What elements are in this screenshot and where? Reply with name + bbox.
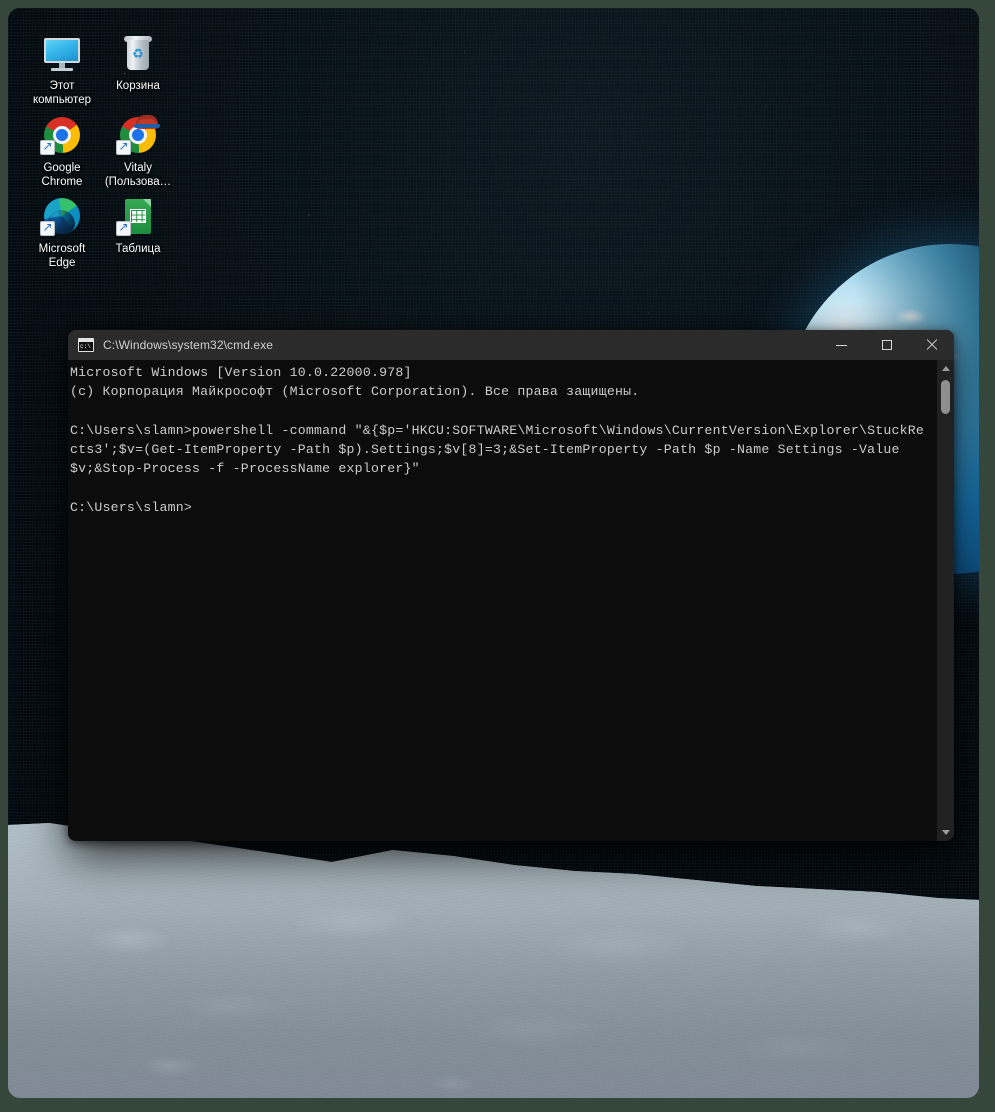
console-line: C:\Users\slamn>powershell -command "&{$p…	[70, 422, 925, 477]
edge-icon	[38, 195, 86, 239]
shortcut-arrow-icon	[40, 138, 55, 155]
desktop-icon-microsoft-edge[interactable]: Microsoft Edge	[24, 195, 100, 270]
desktop-icon-label: Microsoft Edge	[38, 243, 86, 269]
shortcut-arrow-icon	[40, 219, 55, 236]
desktop-icon-label: Vitaly (Пользова…	[104, 162, 172, 188]
cmd-window[interactable]: C:\Windows\system32\cmd.exe Microsoft Wi…	[68, 330, 954, 841]
cmd-icon	[78, 338, 94, 352]
scroll-thumb[interactable]	[941, 380, 950, 414]
screenshot-frame: Этот компьютер ♻ Корзина Google Chrome	[0, 0, 995, 1112]
desktop-icon-label: Корзина	[116, 80, 160, 92]
moon-shading	[8, 823, 979, 1098]
desktop-icon-this-pc[interactable]: Этот компьютер	[24, 32, 100, 107]
desktop-icon-vitaly-chrome[interactable]: Vitaly (Пользова…	[100, 114, 176, 189]
desktop-icon-label: Этот компьютер	[33, 80, 91, 106]
window-title: C:\Windows\system32\cmd.exe	[103, 338, 274, 352]
console-text: Microsoft Windows [Version 10.0.22000.97…	[70, 363, 928, 517]
window-controls	[819, 330, 954, 360]
maximize-button[interactable]	[864, 330, 909, 360]
desktop-icon-label: Google Chrome	[41, 162, 83, 188]
maximize-icon	[881, 340, 892, 350]
console-line: C:\Users\slamn>	[70, 500, 193, 516]
console-line: (c) Корпорация Майкрософт (Microsoft Cor…	[70, 384, 640, 400]
monitor-icon	[38, 32, 86, 76]
console-scrollbar[interactable]	[937, 360, 954, 841]
chrome-profile-icon	[114, 114, 162, 158]
desktop-icon-google-sheets[interactable]: Таблица	[100, 195, 176, 256]
close-button[interactable]	[909, 330, 954, 360]
console-output-area[interactable]: Microsoft Windows [Version 10.0.22000.97…	[68, 360, 954, 841]
window-titlebar[interactable]: C:\Windows\system32\cmd.exe	[68, 330, 954, 360]
shortcut-arrow-icon	[116, 138, 131, 155]
desktop-icon-label: Таблица	[115, 243, 161, 255]
scroll-down-arrow[interactable]	[937, 824, 954, 841]
minimize-icon	[836, 344, 847, 346]
scroll-up-arrow[interactable]	[937, 360, 954, 377]
close-icon	[926, 339, 938, 351]
minimize-button[interactable]	[819, 330, 864, 360]
moon-body	[8, 823, 979, 1098]
chrome-icon	[38, 114, 86, 158]
desktop-icon-google-chrome[interactable]: Google Chrome	[24, 114, 100, 189]
moon-surface	[8, 820, 979, 1098]
desktop-icon-recycle-bin[interactable]: ♻ Корзина	[100, 32, 176, 93]
sheets-icon	[114, 195, 162, 239]
recycle-bin-icon: ♻	[114, 32, 162, 76]
shortcut-arrow-icon	[116, 219, 131, 236]
desktop[interactable]: Этот компьютер ♻ Корзина Google Chrome	[8, 8, 979, 1098]
console-line: Microsoft Windows [Version 10.0.22000.97…	[70, 365, 412, 380]
